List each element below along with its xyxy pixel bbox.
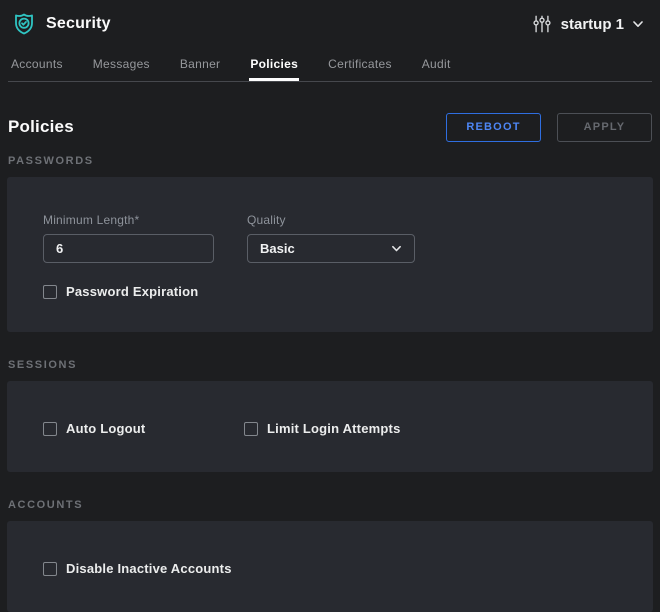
system-selector[interactable]: startup 1 [532,14,644,34]
passwords-panel: Minimum Length* Quality Basic Password E… [7,177,653,332]
minimum-length-label: Minimum Length* [43,213,214,227]
minimum-length-field-group: Minimum Length* [43,213,214,263]
tabbar: Accounts Messages Banner Policies Certif… [8,48,652,82]
system-name: startup 1 [561,16,624,33]
limit-login-attempts-label: Limit Login Attempts [267,421,401,436]
password-expiration-checkbox[interactable] [43,285,57,299]
tab-audit[interactable]: Audit [421,48,452,81]
page-head: Policies REBOOT APPLY [8,112,652,142]
sliders-icon [532,14,552,34]
tab-messages[interactable]: Messages [92,48,151,81]
limit-login-attempts-row: Limit Login Attempts [244,421,401,436]
section-title-passwords: PASSWORDS [8,155,652,167]
quality-select-value: Basic [260,241,295,256]
passwords-field-row: Minimum Length* Quality Basic [43,213,633,263]
auto-logout-label: Auto Logout [66,421,145,436]
app-header: Security startup 1 [0,0,660,48]
disable-inactive-accounts-label: Disable Inactive Accounts [66,561,232,576]
tab-banner[interactable]: Banner [179,48,222,81]
chevron-down-icon [391,243,402,254]
page-title: Policies [8,117,446,137]
tab-policies[interactable]: Policies [249,48,299,81]
apply-button: APPLY [557,113,652,142]
reboot-button[interactable]: REBOOT [446,113,541,142]
quality-field-group: Quality Basic [247,213,415,263]
page-app-title: Security [46,15,111,33]
tab-certificates[interactable]: Certificates [327,48,393,81]
password-expiration-label: Password Expiration [66,284,198,299]
accounts-panel: Disable Inactive Accounts [7,521,653,612]
section-title-sessions: SESSIONS [8,359,652,371]
sessions-panel: Auto Logout Limit Login Attempts [7,381,653,472]
auto-logout-row: Auto Logout [43,421,244,436]
chevron-down-icon [632,18,644,30]
quality-select[interactable]: Basic [247,234,415,263]
disable-inactive-accounts-row: Disable Inactive Accounts [43,561,633,576]
tab-accounts[interactable]: Accounts [10,48,64,81]
password-expiration-row: Password Expiration [43,284,633,299]
section-title-accounts: ACCOUNTS [8,499,652,511]
sessions-checkbox-columns: Auto Logout Limit Login Attempts [43,421,633,436]
limit-login-attempts-checkbox[interactable] [244,422,258,436]
disable-inactive-accounts-checkbox[interactable] [43,562,57,576]
quality-label: Quality [247,213,415,227]
shield-check-icon [12,12,36,36]
auto-logout-checkbox[interactable] [43,422,57,436]
minimum-length-input[interactable] [43,234,214,263]
